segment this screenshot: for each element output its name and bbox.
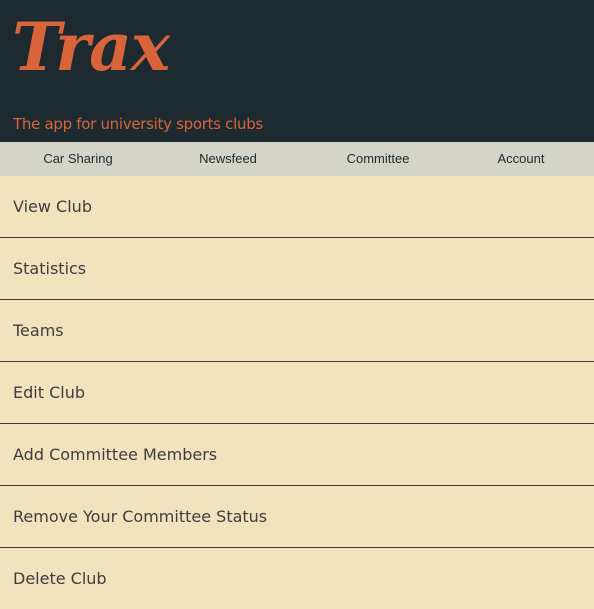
nav-item-account[interactable]: Account — [498, 142, 545, 176]
menu-item-view-club[interactable]: View Club — [0, 176, 594, 238]
committee-menu: View Club Statistics Teams Edit Club Add… — [0, 176, 594, 609]
nav-item-newsfeed[interactable]: Newsfeed — [199, 142, 257, 176]
menu-item-edit-club[interactable]: Edit Club — [0, 362, 594, 424]
app-header: Trax The app for university sports clubs — [0, 0, 594, 142]
top-nav: Car Sharing Newsfeed Committee Account — [0, 142, 594, 176]
nav-item-car-sharing[interactable]: Car Sharing — [43, 142, 112, 176]
menu-item-teams[interactable]: Teams — [0, 300, 594, 362]
app-tagline: The app for university sports clubs — [13, 115, 263, 133]
menu-item-statistics[interactable]: Statistics — [0, 238, 594, 300]
menu-item-add-committee-members[interactable]: Add Committee Members — [0, 424, 594, 486]
nav-item-committee[interactable]: Committee — [347, 142, 410, 176]
menu-item-delete-club[interactable]: Delete Club — [0, 548, 594, 609]
trax-logo[interactable]: Trax — [12, 14, 170, 80]
menu-item-remove-committee-status[interactable]: Remove Your Committee Status — [0, 486, 594, 548]
